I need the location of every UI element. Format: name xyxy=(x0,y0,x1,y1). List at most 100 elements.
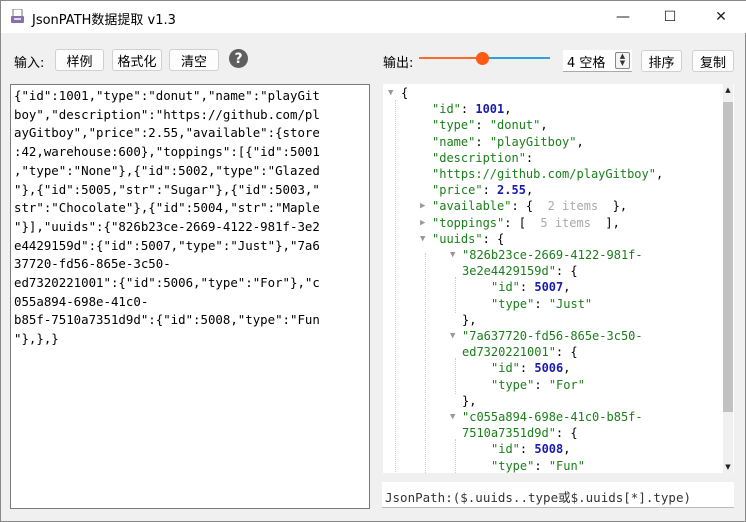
json-key: "type" xyxy=(432,118,476,133)
json-key: "toppings" xyxy=(432,215,505,230)
json-input-textarea[interactable]: {"id":1001,"type":"donut","name":"playGi… xyxy=(10,84,370,509)
json-key: 7510a7351d9d" xyxy=(462,426,556,441)
indent-guide xyxy=(455,277,456,313)
tree-line: "type": "Fun" xyxy=(491,458,585,473)
tree-line: 3e2e4429159d": { xyxy=(462,263,578,279)
input-text-line: ed7320221001":{"id":5006,"type":"For"},"… xyxy=(14,275,320,291)
collapse-arrow-icon[interactable]: ▼ xyxy=(450,250,455,260)
json-punct: : xyxy=(519,280,535,295)
json-punct: }, xyxy=(598,199,628,214)
json-key: "826b23ce-2669-4122-981f- xyxy=(462,248,643,262)
jsonpath-input[interactable]: JsonPath:($.uuids..type或$.uuids[*].type) xyxy=(382,482,734,508)
scroll-down-icon[interactable]: ▼ xyxy=(723,463,733,471)
input-text-line: ayGitboy","price":2.55,"available":{stor… xyxy=(14,125,320,141)
app-icon xyxy=(11,9,24,23)
json-punct: : xyxy=(519,361,535,376)
indent-guide xyxy=(455,358,456,394)
json-punct: , xyxy=(563,361,571,376)
json-punct: : xyxy=(475,134,490,149)
json-key: ed7320221001" xyxy=(462,345,556,360)
json-key: "id" xyxy=(432,102,461,117)
tree-line: { xyxy=(401,85,408,101)
input-text-line: e4429159d":{"id":5007,"type":"Just"},"7a… xyxy=(14,237,320,253)
indent-guide xyxy=(395,100,396,473)
json-key: "price" xyxy=(432,183,483,198)
collapse-arrow-icon[interactable]: ▼ xyxy=(420,234,425,244)
slider-track-empty xyxy=(481,57,550,59)
json-punct: , xyxy=(655,167,664,181)
json-punct: }, xyxy=(462,312,477,327)
json-key: "id" xyxy=(491,361,520,376)
json-punct: : { xyxy=(555,264,578,279)
json-punct: , xyxy=(576,134,584,149)
tree-line: "type": "Just" xyxy=(491,296,592,312)
json-key: "id" xyxy=(491,280,520,295)
json-punct: : xyxy=(475,118,490,133)
input-text-line: boy","description":"https://github.com/p… xyxy=(14,106,320,122)
tree-line: "description": xyxy=(432,150,533,166)
input-text-line: 055a894-698e-41c0- xyxy=(14,293,149,309)
json-punct: : xyxy=(482,183,498,198)
json-punct: : { xyxy=(482,231,505,246)
json-punct: : { xyxy=(511,199,548,214)
sort-button[interactable]: 排序 xyxy=(641,50,682,72)
json-tree-view[interactable]: ▼{"id": 1001, "type": "donut", "name": "pl… xyxy=(383,84,734,473)
maximize-button[interactable]: ☐ xyxy=(647,1,693,33)
json-punct: ], xyxy=(590,215,620,230)
tree-line: "type": "For" xyxy=(491,377,585,393)
tree-line: "name": "playGitboy", xyxy=(432,134,584,150)
json-number: 5007 xyxy=(534,280,564,295)
scrollbar-thumb[interactable] xyxy=(723,102,733,412)
json-punct: : xyxy=(525,150,534,165)
collapsed-count: 2 items xyxy=(547,199,599,214)
input-text-line: ,"type":"None"},{"id":5002,"type":"Glaze… xyxy=(14,162,320,178)
tree-line: "type": "donut", xyxy=(432,117,548,133)
indent-spinbox[interactable]: 4 空格 ▲ ▼ xyxy=(563,50,632,72)
output-label: 输出: xyxy=(383,56,414,71)
collapse-arrow-icon[interactable]: ▼ xyxy=(450,331,455,341)
json-punct: : xyxy=(534,296,549,311)
help-icon[interactable]: ? xyxy=(229,49,248,68)
json-string: "Just" xyxy=(548,296,593,311)
minimize-button[interactable]: — xyxy=(600,1,646,33)
expand-arrow-icon[interactable]: ▶ xyxy=(420,201,425,211)
collapsed-count: 5 items xyxy=(540,215,591,230)
json-punct: : xyxy=(460,102,476,117)
json-punct: , xyxy=(540,118,548,133)
window-title: JsonPATH数据提取 v1.3 xyxy=(32,13,176,28)
tree-scrollbar[interactable]: ▲ ▼ xyxy=(723,84,733,473)
json-number: 1001 xyxy=(475,102,505,117)
json-string: "donut" xyxy=(489,118,541,133)
tree-line: "toppings": [ 5 items ], xyxy=(432,215,620,231)
scroll-up-icon[interactable]: ▲ xyxy=(723,86,733,94)
expand-arrow-icon[interactable]: ▶ xyxy=(420,218,425,228)
input-label: 输入: xyxy=(14,56,45,71)
json-punct: : { xyxy=(555,345,578,360)
json-key: "type" xyxy=(491,296,535,311)
json-key: "id" xyxy=(491,442,520,457)
sample-button[interactable]: 样例 xyxy=(55,49,104,71)
clear-button[interactable]: 清空 xyxy=(169,49,219,71)
json-key: "type" xyxy=(491,377,535,392)
slider-thumb[interactable] xyxy=(475,52,489,65)
tree-line: "826b23ce-2669-4122-981f- xyxy=(462,247,643,263)
copy-button[interactable]: 复制 xyxy=(692,50,734,72)
collapse-arrow-icon[interactable]: ▼ xyxy=(450,412,455,422)
collapse-arrow-icon[interactable]: ▼ xyxy=(388,88,393,98)
input-text-line: "},{"id":5005,"str":"Sugar"},{"id":5003,… xyxy=(14,181,320,197)
json-punct: , xyxy=(504,102,512,117)
tree-line: "7a637720-fd56-865e-3c50- xyxy=(462,328,643,344)
json-punct: { xyxy=(401,86,409,100)
indent-spinbox-value: 4 空格 xyxy=(567,56,606,71)
json-string: "For" xyxy=(548,377,585,392)
json-string: "Fun" xyxy=(548,458,585,473)
json-string: "https://github.com/playGitboy" xyxy=(432,167,656,181)
spin-arrows-icon[interactable]: ▲ ▼ xyxy=(615,52,630,69)
format-button[interactable]: 格式化 xyxy=(112,49,162,71)
tree-line: "id": 1001, xyxy=(432,101,512,117)
indent-slider[interactable] xyxy=(419,52,550,65)
tree-line: "id": 5006, xyxy=(491,360,571,376)
indent-guide xyxy=(455,439,456,473)
close-button[interactable]: ✕ xyxy=(698,1,744,33)
json-string: "playGitboy" xyxy=(489,134,577,149)
